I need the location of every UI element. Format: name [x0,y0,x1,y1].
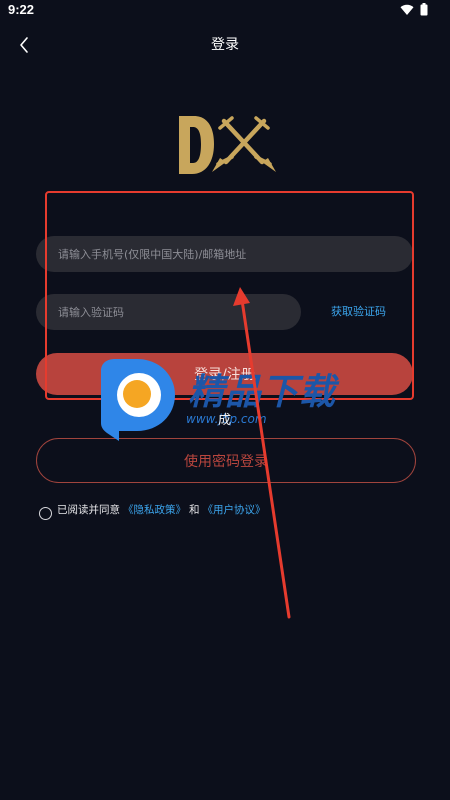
watermark-url-tail: p.com [229,412,267,426]
wifi-icon [400,4,414,15]
privacy-policy-link[interactable]: 《隐私政策》 [123,502,186,517]
agreement-conjunction: 和 [189,504,200,516]
app-logo [179,116,276,174]
watermark-brand-text: 精品下载 [188,372,337,413]
page-title: 登录 [211,37,239,53]
password-login-button[interactable]: 使用密码登录 [36,438,416,483]
status-time: 9:22 [8,2,35,17]
agreement-prefix: 已阅读并同意 [57,504,120,516]
password-login-label: 使用密码登录 [184,453,268,470]
user-agreement-link[interactable]: 《用户协议》 [203,502,266,517]
agreement-row: 已阅读并同意 《隐私政策》 和 《用户协议》 [39,499,269,520]
agreement-checkbox[interactable] [39,507,52,520]
battery-icon [420,3,428,16]
watermark-logo-icon [101,359,175,441]
watermark-ghost-char: 成 [218,413,232,428]
status-icons [400,3,428,16]
